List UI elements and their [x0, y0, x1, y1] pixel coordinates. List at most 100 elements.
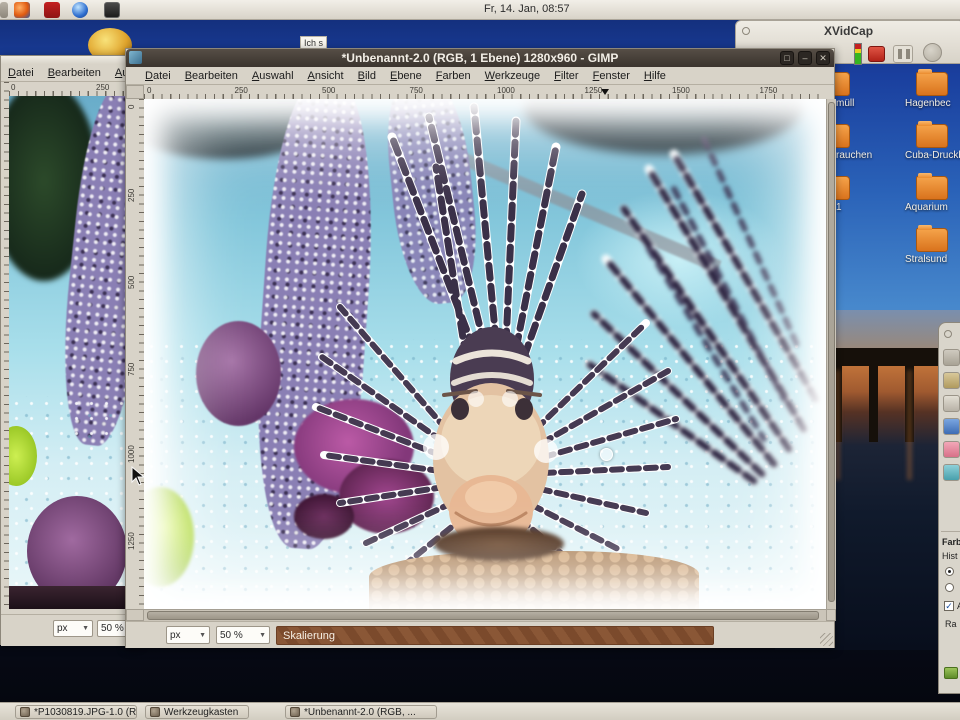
resize-grip[interactable] [820, 633, 833, 646]
ruler-label: 0 [127, 105, 136, 109]
menu-auswahl[interactable]: Auswahl [245, 70, 301, 82]
ruler-label: 1000 [497, 86, 515, 95]
ruler-label: 750 [410, 86, 423, 95]
app-icon[interactable] [0, 2, 8, 18]
menu-ebene[interactable]: Ebene [383, 70, 429, 82]
ruler-label: 1250 [127, 532, 136, 550]
close-button[interactable]: ✕ [816, 51, 830, 65]
vertical-scrollbar-thumb[interactable] [828, 102, 835, 602]
main-menu-bar: DateiBearbeitenAuswahlAnsichtBildEbeneFa… [126, 67, 834, 85]
sunset-reflection [907, 370, 912, 480]
google-earth-icon[interactable] [72, 2, 88, 18]
horizontal-scrollbar-thumb[interactable] [147, 611, 819, 620]
ruler-label: 0 [147, 86, 151, 95]
zoom-tool-cursor [600, 448, 613, 461]
back-window-titlebar-edge[interactable] [1, 56, 141, 64]
taskbar-item-label: Werkzeugkasten [164, 707, 238, 718]
panel-menu-icon[interactable] [944, 330, 952, 338]
main-titlebar[interactable]: *Unbenannt-2.0 (RGB, 1 Ebene) 1280x960 -… [126, 49, 834, 67]
navigation-button[interactable] [826, 609, 836, 621]
stop-record-button[interactable] [868, 46, 885, 62]
desktop-folder-label: rauchen [836, 150, 872, 161]
menu-datei[interactable]: Datei [138, 70, 178, 82]
menu-farben[interactable]: Farben [429, 70, 478, 82]
back-image-canvas[interactable] [9, 96, 141, 609]
menu-fenster[interactable]: Fenster [586, 70, 637, 82]
horizontal-scrollbar[interactable] [144, 609, 826, 621]
maximize-button[interactable]: □ [780, 51, 794, 65]
vertical-scrollbar[interactable] [826, 99, 836, 609]
desktop-folder-aquarium[interactable] [916, 176, 948, 200]
tool-options-panel: Farb Hist ✓ A Ra [938, 322, 960, 694]
coral-ridge-bottom [369, 551, 699, 609]
gimp-wilber-icon [20, 707, 30, 717]
scaling-progressbar: Skalierung [276, 626, 714, 645]
firefox-icon[interactable] [14, 2, 30, 18]
radio-option-selected[interactable] [945, 567, 954, 576]
back-vertical-ruler [1, 82, 9, 609]
pause-button[interactable] [893, 45, 913, 63]
clone-tool-icon[interactable] [943, 349, 960, 366]
tool-options-subsection: Hist [942, 551, 958, 561]
menu-hilfe[interactable]: Hilfe [637, 70, 673, 82]
menu-werkzeuge[interactable]: Werkzeuge [478, 70, 547, 82]
gimp-image-window-back: DateiBearbeitenAuswahl 0250 px▼ 50 % [0, 55, 140, 645]
desktop-folder-label: Hagenbec [905, 98, 951, 109]
align-tool-icon[interactable] [943, 418, 960, 435]
canvas-bottom-dark [9, 586, 141, 609]
desktop-folder-stralsund[interactable] [916, 228, 948, 252]
xvidcap-title: XVidCap [736, 24, 960, 38]
move-tool-icon[interactable] [943, 395, 960, 412]
back-menu-bar: DateiBearbeitenAuswahl [1, 64, 141, 82]
back-unit-select[interactable]: px▼ [53, 620, 93, 637]
blur-tool-icon[interactable] [943, 464, 960, 481]
taskbar-item[interactable]: *Unbenannt-2.0 (RGB, ... [285, 705, 437, 719]
desktop-root: Ich s müllHagenbecrauchenCuba-Druckbi1Aq… [0, 0, 960, 720]
terminal-icon[interactable] [104, 2, 120, 18]
heal-tool-icon[interactable] [943, 372, 960, 389]
desktop-folder-label: Stralsund [905, 254, 947, 265]
acrobat-reader-icon[interactable] [44, 2, 60, 18]
quick-mask-button[interactable] [126, 609, 144, 621]
ruler-label: 1000 [127, 445, 136, 463]
desktop-folder-hagenbec[interactable] [916, 72, 948, 96]
record-button[interactable] [923, 43, 942, 62]
menu-filter[interactable]: Filter [547, 70, 585, 82]
back-horizontal-ruler: 0250 [9, 82, 141, 96]
panel-clock[interactable]: Fr, 14. Jan, 08:57 [484, 3, 570, 15]
ruler-corner-button[interactable] [126, 85, 144, 99]
minimize-button[interactable]: – [798, 51, 812, 65]
ruler-label: 1500 [672, 86, 690, 95]
antialias-checkbox[interactable]: ✓ [944, 601, 954, 611]
taskbar-item[interactable]: *P1030819.JPG-1.0 (R... [15, 705, 137, 719]
window-list-taskbar: *P1030819.JPG-1.0 (R... Werkzeugkasten *Un… [0, 702, 960, 720]
taskbar-item-label: *Unbenannt-2.0 (RGB, ... [304, 707, 416, 718]
back-menu-bearbeiten[interactable]: Bearbeiten [41, 67, 108, 79]
gimp-image-window-main: *Unbenannt-2.0 (RGB, 1 Ebene) 1280x960 -… [125, 48, 835, 648]
desktop-folder-label: Aquarium [905, 202, 948, 213]
panel-bottom-icon[interactable] [944, 667, 958, 679]
shadow-under-fish [434, 527, 564, 561]
tool-options-section-title: Farb [942, 537, 960, 547]
main-image-canvas[interactable] [144, 99, 826, 609]
back-status-bar: px▼ 50 % [1, 614, 141, 646]
desktop-folder-cuba-druckbi[interactable] [916, 124, 948, 148]
window-title: *Unbenannt-2.0 (RGB, 1 Ebene) 1280x960 -… [126, 49, 834, 67]
mouse-cursor [131, 466, 145, 486]
taskbar-item[interactable]: Werkzeugkasten [145, 705, 249, 719]
menu-bild[interactable]: Bild [351, 70, 383, 82]
main-vertical-ruler: 025050075010001250 [126, 99, 144, 609]
main-status-bar: px▼ 50 %▼ Skalierung [126, 621, 834, 648]
back-menu-datei[interactable]: Datei [1, 67, 41, 79]
main-horizontal-ruler: 025050075010001250150017502000 [144, 85, 826, 99]
radio-option[interactable] [945, 583, 954, 592]
eraser-tool-icon[interactable] [943, 441, 960, 458]
desktop-folder-label: müll [836, 98, 854, 109]
separator [941, 531, 960, 532]
unit-select[interactable]: px▼ [166, 626, 210, 644]
taskbar-item-label: *P1030819.JPG-1.0 (R... [34, 707, 137, 718]
zoom-select[interactable]: 50 %▼ [216, 626, 270, 644]
menu-ansicht[interactable]: Ansicht [301, 70, 351, 82]
menu-bearbeiten[interactable]: Bearbeiten [178, 70, 245, 82]
ruler-label: 500 [127, 276, 136, 289]
